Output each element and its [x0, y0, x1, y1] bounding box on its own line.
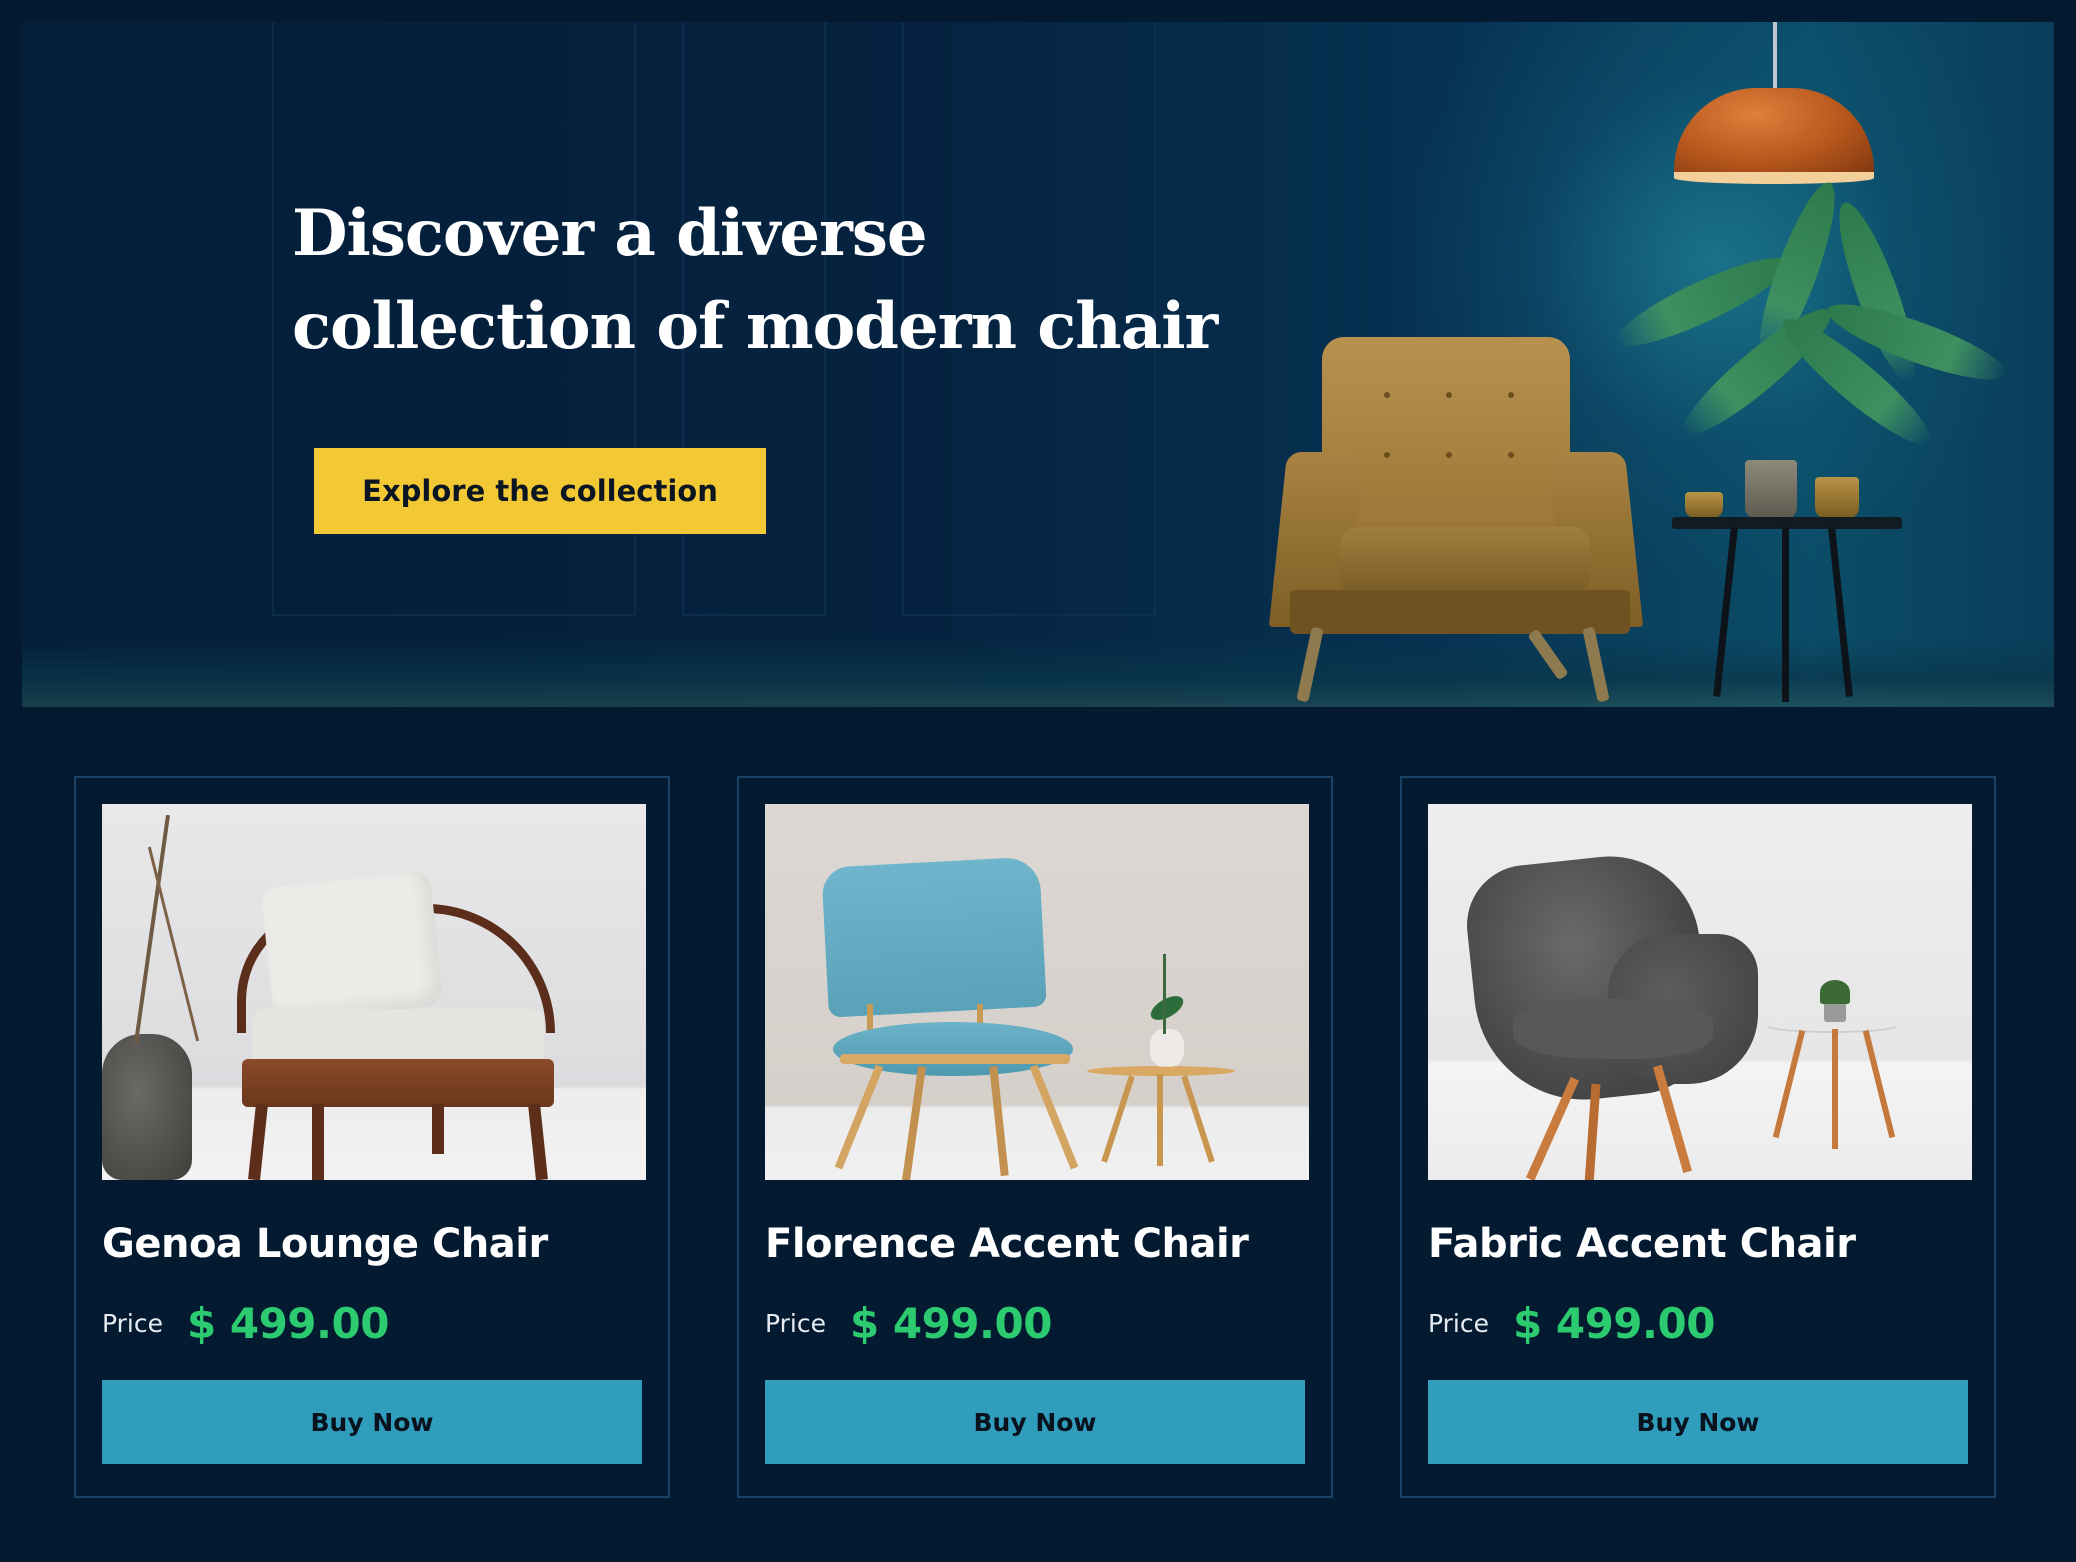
- price-label: Price: [765, 1308, 826, 1338]
- lamp-cord: [1773, 22, 1777, 90]
- chair-leg: [432, 1104, 444, 1154]
- buy-now-button[interactable]: Buy Now: [102, 1380, 642, 1464]
- branch: [134, 814, 170, 1044]
- plant-pot: [1824, 1002, 1846, 1022]
- chair-leg: [902, 1066, 926, 1180]
- chair-leg: [528, 1103, 548, 1180]
- price-row: Price $ 499.00: [1428, 1293, 1715, 1353]
- hero-floor: [22, 637, 2054, 707]
- price-label: Price: [102, 1308, 163, 1338]
- glass-vase: [1150, 1029, 1184, 1067]
- product-name[interactable]: Fabric Accent Chair: [1428, 1218, 1988, 1270]
- table-leg: [1862, 1029, 1896, 1139]
- chair-base: [242, 1059, 554, 1107]
- lamp-rim: [1674, 172, 1874, 184]
- chair-leg: [989, 1065, 1009, 1177]
- hero-title: Discover a diverse collection of modern …: [292, 196, 1218, 364]
- product-image-florence-accent-chair[interactable]: [765, 804, 1309, 1180]
- plant-stem: [1163, 954, 1166, 1034]
- chair-seat: [1513, 999, 1713, 1059]
- pillow: [260, 870, 444, 1023]
- branch: [147, 846, 200, 1042]
- product-card: Fabric Accent Chair Price $ 499.00 Buy N…: [1400, 776, 1996, 1498]
- vase: [102, 1034, 192, 1180]
- side-table-leg: [1782, 527, 1789, 702]
- price-value: $ 499.00: [187, 1298, 389, 1348]
- chair-backrest: [821, 856, 1047, 1018]
- seat-cushion: [252, 1009, 544, 1065]
- page: Discover a diverse collection of modern …: [0, 0, 2076, 1562]
- armchair-base: [1290, 590, 1630, 634]
- explore-collection-button[interactable]: Explore the collection: [314, 448, 766, 534]
- plant-pot: [1815, 477, 1859, 518]
- plant-leaves: [1820, 980, 1850, 1004]
- chair-leg: [1029, 1064, 1079, 1170]
- table-leg: [1157, 1074, 1163, 1166]
- product-image-genoa-lounge-chair[interactable]: [102, 804, 646, 1180]
- chair-leg: [248, 1103, 268, 1180]
- table-leg: [1772, 1029, 1806, 1139]
- buy-now-button[interactable]: Buy Now: [1428, 1380, 1968, 1464]
- chair-leg: [312, 1104, 324, 1180]
- product-card: Genoa Lounge Chair Price $ 499.00 Buy No…: [74, 776, 670, 1498]
- plant-pot: [1685, 492, 1723, 518]
- price-row: Price $ 499.00: [102, 1293, 389, 1353]
- plant-pot: [1745, 460, 1797, 518]
- product-name[interactable]: Florence Accent Chair: [765, 1218, 1325, 1270]
- hero-banner: Discover a diverse collection of modern …: [22, 22, 2054, 707]
- armchair-seat: [1340, 527, 1590, 595]
- table-leg: [1181, 1075, 1215, 1163]
- chair-rim: [840, 1054, 1070, 1064]
- plant-leaf: [1146, 991, 1188, 1025]
- product-card: Florence Accent Chair Price $ 499.00 Buy…: [737, 776, 1333, 1498]
- price-row: Price $ 499.00: [765, 1293, 1052, 1353]
- product-name[interactable]: Genoa Lounge Chair: [102, 1218, 662, 1270]
- table-leg: [1101, 1075, 1135, 1163]
- chair-leg: [834, 1064, 884, 1170]
- product-image-fabric-accent-chair[interactable]: [1428, 804, 1972, 1180]
- price-label: Price: [1428, 1308, 1489, 1338]
- price-value: $ 499.00: [850, 1298, 1052, 1348]
- table-leg: [1832, 1029, 1838, 1149]
- price-value: $ 499.00: [1513, 1298, 1715, 1348]
- buy-now-button[interactable]: Buy Now: [765, 1380, 1305, 1464]
